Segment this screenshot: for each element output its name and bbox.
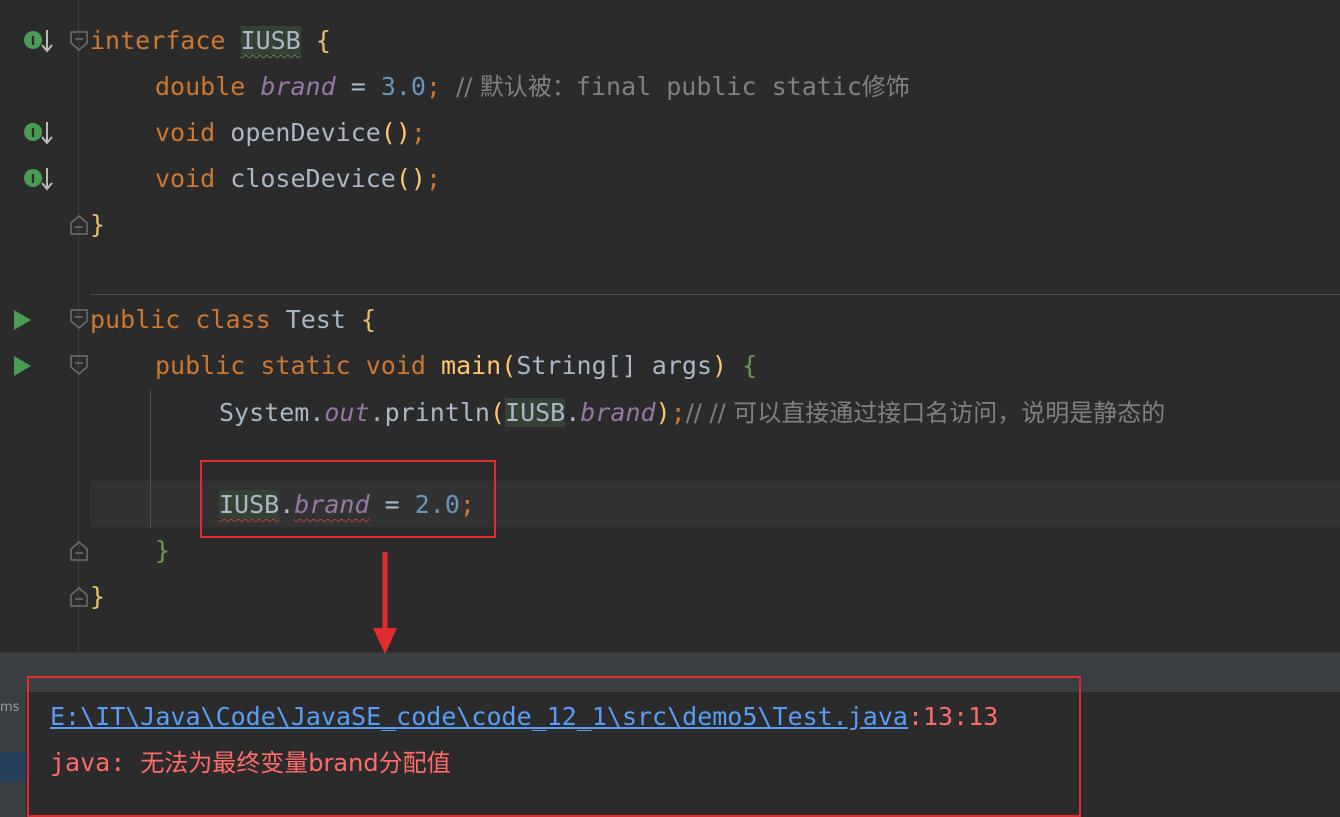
side-strip-label: ms [0, 700, 20, 715]
fold-open-icon[interactable] [69, 30, 89, 52]
indent-guide [150, 390, 151, 528]
field-name[interactable]: brand [260, 72, 335, 101]
paren: ) [655, 398, 671, 427]
param-name: args [651, 351, 713, 380]
parens: () [380, 118, 411, 147]
fold-open-icon[interactable] [69, 354, 89, 376]
method-name[interactable]: openDevice [230, 118, 381, 147]
code-line-main-close[interactable]: } [155, 528, 170, 574]
code-editor[interactable]: I I I interface IUSB {double brand = 3.… [0, 0, 1340, 652]
code-line-main-decl[interactable]: public static void main(String[] args) { [155, 343, 757, 389]
highlight-box-error-line [200, 460, 496, 538]
fold-close-icon[interactable] [69, 214, 89, 236]
field-ref: brand [580, 398, 656, 427]
brace: { [360, 305, 377, 334]
keyword: public [155, 351, 246, 380]
fold-close-icon[interactable] [69, 586, 89, 608]
comment-prefix: // 默认被： [456, 73, 576, 101]
code-line-method-close[interactable]: void closeDevice(); [155, 156, 441, 202]
dot: . [369, 398, 385, 427]
run-triangle-icon[interactable] [12, 308, 32, 332]
highlight-box-error-output [27, 676, 1081, 817]
number-literal: 3.0 [380, 72, 426, 101]
type-keyword: double [155, 72, 246, 101]
semicolon: ; [410, 118, 426, 147]
interface-implemented-icon[interactable]: I [23, 120, 53, 146]
keyword: class [195, 305, 271, 334]
brace: } [90, 210, 106, 239]
fold-close-icon[interactable] [69, 540, 89, 562]
semicolon: ; [425, 72, 442, 101]
svg-text:I: I [31, 34, 35, 48]
parens: () [395, 164, 426, 193]
comment-suffix: 修饰 [861, 73, 910, 101]
method-name[interactable]: main [441, 351, 501, 380]
keyword: public [90, 305, 181, 334]
type-keyword: void [155, 118, 216, 147]
svg-text:I: I [31, 126, 35, 140]
type-keyword: void [155, 164, 216, 193]
method-name[interactable]: closeDevice [230, 164, 396, 193]
annotation-arrow-icon [373, 552, 397, 654]
brace: { [742, 351, 758, 380]
svg-text:I: I [31, 172, 35, 186]
code-line-field-decl[interactable]: double brand = 3.0; // 默认被：final public … [155, 64, 910, 110]
semicolon: ; [425, 164, 442, 193]
code-line-class-decl[interactable]: public class Test { [90, 297, 376, 343]
dot: . [309, 398, 325, 427]
code-line-println[interactable]: System.out.println(IUSB.brand);// // 可以直… [219, 390, 1165, 436]
operator: = [350, 72, 366, 101]
brace: } [90, 582, 106, 611]
keyword: static [260, 351, 351, 380]
method-call: println [384, 398, 490, 427]
code-line-method-open[interactable]: void openDevice(); [155, 110, 426, 156]
param-type: String[] [516, 351, 637, 380]
keyword: interface [90, 26, 226, 55]
method-separator [90, 294, 1340, 295]
paren: ) [712, 351, 728, 380]
interface-implemented-icon[interactable]: I [23, 28, 53, 54]
interface-name[interactable]: IUSB [240, 26, 301, 55]
paren: ( [501, 351, 517, 380]
comment-modifiers: final public static [575, 72, 862, 101]
code-line-class-close[interactable]: } [90, 574, 105, 620]
brace: { [315, 26, 331, 55]
keyword: void [365, 351, 426, 380]
dot: . [565, 398, 581, 427]
static-field: out [324, 398, 370, 427]
interface-ref[interactable]: IUSB [505, 398, 566, 427]
brace: } [155, 536, 171, 565]
paren: ( [489, 398, 506, 427]
class-ref: System [219, 398, 310, 427]
code-line-interface-decl[interactable]: interface IUSB { [90, 18, 331, 64]
class-name[interactable]: Test [286, 305, 346, 334]
run-triangle-icon[interactable] [12, 354, 32, 378]
fold-open-icon[interactable] [69, 308, 89, 330]
semicolon: ; [670, 398, 686, 427]
interface-implemented-icon[interactable]: I [23, 166, 53, 192]
side-strip-selected-item[interactable] [0, 752, 26, 782]
comment: // // 可以直接通过接口名访问，说明是静态的 [685, 399, 1166, 427]
code-line-interface-close[interactable]: } [90, 202, 105, 248]
